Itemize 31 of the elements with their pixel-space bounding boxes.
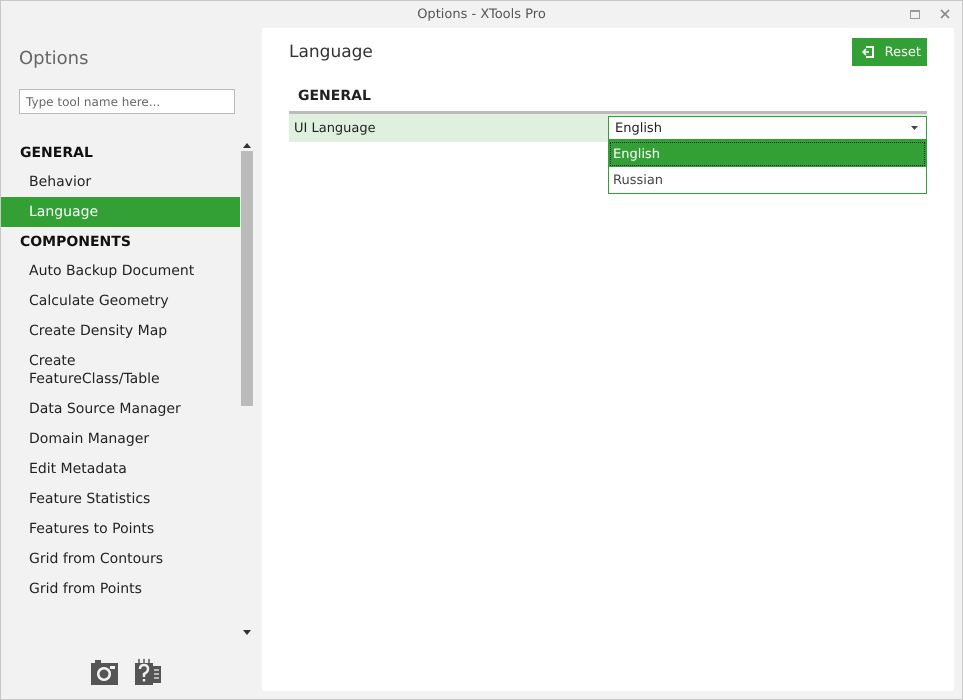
sidebar-item[interactable]: Create FeatureClass/Table bbox=[1, 346, 217, 394]
sidebar-item[interactable]: Grid from Contours bbox=[1, 544, 217, 574]
maximize-icon[interactable] bbox=[910, 10, 920, 19]
dropdown-option[interactable]: Russian bbox=[609, 167, 926, 193]
page-title: Language bbox=[289, 42, 373, 62]
dropdown-caret-icon bbox=[911, 126, 918, 130]
sidebar-item[interactable]: Edit Metadata bbox=[1, 454, 217, 484]
sidebar-title: Options bbox=[19, 48, 90, 71]
reset-icon bbox=[862, 46, 874, 58]
sidebar-item[interactable]: Behavior bbox=[1, 167, 217, 197]
sidebar-item[interactable]: Grid from Points bbox=[1, 574, 217, 604]
language-dropdown[interactable]: English bbox=[608, 116, 927, 140]
close-icon[interactable] bbox=[940, 9, 950, 19]
sidebar-item[interactable]: Feature Statistics bbox=[1, 484, 217, 514]
sidebar-item[interactable]: Features to Points bbox=[1, 514, 217, 544]
scroll-up-icon[interactable] bbox=[243, 143, 251, 148]
sidebar-item[interactable]: Auto Backup Document bbox=[1, 256, 217, 286]
sidebar-item[interactable]: Data Source Manager bbox=[1, 394, 217, 424]
sidebar-item[interactable]: Domain Manager bbox=[1, 424, 217, 454]
search-field[interactable]: Type tool name here... bbox=[19, 89, 235, 114]
help-notebook-icon[interactable] bbox=[135, 658, 162, 685]
sidebar-item[interactable]: Calculate Geometry bbox=[1, 286, 217, 316]
window-title: Options - XTools Pro bbox=[417, 7, 546, 22]
camera-icon[interactable] bbox=[91, 658, 118, 685]
sidebar-item[interactable]: Create Density Map bbox=[1, 316, 217, 346]
setting-label: UI Language bbox=[293, 120, 377, 136]
scroll-down-icon[interactable] bbox=[243, 630, 251, 635]
section-heading: COMPONENTS bbox=[19, 233, 132, 252]
scrollbar-thumb[interactable] bbox=[241, 151, 253, 406]
section-heading: GENERAL bbox=[298, 88, 372, 104]
section-heading: GENERAL bbox=[19, 144, 94, 163]
